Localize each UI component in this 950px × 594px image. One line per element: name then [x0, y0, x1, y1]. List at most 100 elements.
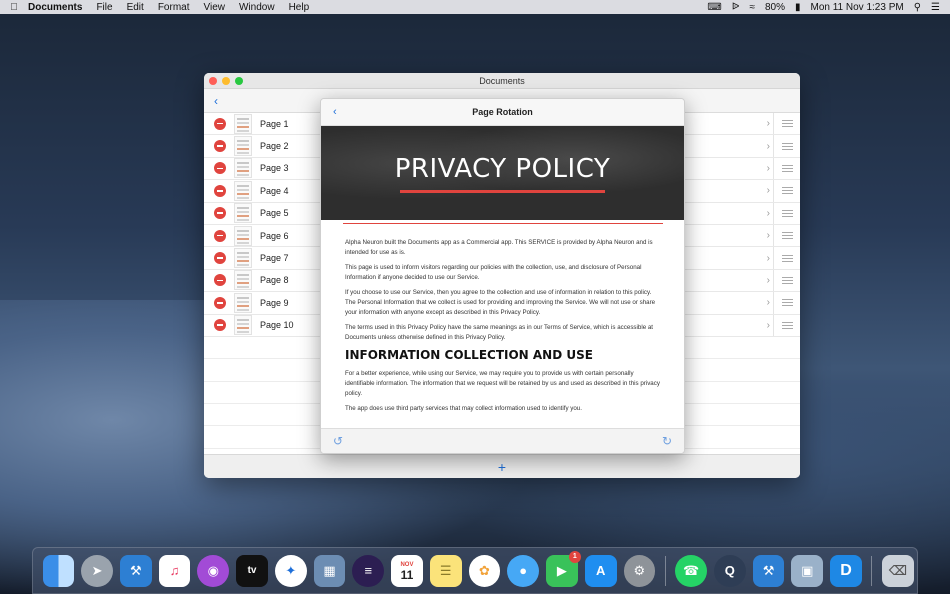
xcode-hammer-icon[interactable]: ⚒ [119, 554, 152, 587]
delete-page-button[interactable] [214, 274, 226, 287]
doc-paragraph: For a better experience, while using our… [345, 370, 660, 397]
drag-lines-icon [781, 142, 793, 150]
reorder-handle[interactable] [773, 180, 800, 202]
apple-menu-icon[interactable]:  [0, 2, 28, 13]
keyboard-icon[interactable]: ⌨ [707, 2, 721, 13]
podcasts-icon[interactable]: ◉ [197, 554, 230, 587]
trash-icon[interactable]: ⌫ [881, 554, 914, 587]
sheet-footer: ↺ ↻ [321, 428, 684, 453]
page-thumbnail [234, 292, 252, 313]
chevron-right-icon[interactable]: › [767, 297, 770, 308]
chevron-right-icon[interactable]: › [767, 253, 770, 264]
drag-lines-icon [781, 164, 793, 172]
finder-icon[interactable] [42, 554, 75, 587]
messages-bubble-icon[interactable]: ● [507, 554, 540, 587]
documents-app-letter: D [840, 561, 852, 579]
photos-flower-icon[interactable]: ✿ [468, 554, 501, 587]
menu-bar:  Documents File Edit Format View Window… [0, 0, 950, 14]
window-bottom-bar: + [204, 454, 800, 478]
apple-tv-icon[interactable]: tv [236, 554, 268, 587]
system-preferences-gear-icon[interactable]: ⚙ [623, 554, 656, 587]
delete-page-button[interactable] [214, 184, 226, 197]
reorder-handle[interactable] [773, 247, 800, 269]
delete-page-button[interactable] [214, 296, 226, 309]
reorder-handle[interactable] [773, 157, 800, 180]
calendar-day: 11 [400, 567, 414, 582]
delete-page-button[interactable] [214, 207, 226, 220]
safari-compass-icon[interactable]: ✦ [274, 554, 307, 587]
page-label: Page 3 [260, 163, 289, 174]
battery-percent[interactable]: 80% [765, 2, 785, 13]
notes-icon[interactable]: ☰ [429, 554, 462, 587]
xcode-hammer-icon-2[interactable]: ⚒ [752, 554, 785, 587]
control-list-icon[interactable]: ☰ [931, 2, 940, 13]
spotlight-search-icon[interactable]: ⚲ [914, 2, 921, 13]
page-preview: PRIVACY POLICY Alpha Neuron built the Do… [321, 126, 684, 429]
menu-help[interactable]: Help [289, 2, 310, 13]
rotate-right-icon[interactable]: ↻ [662, 434, 672, 448]
menu-app-name[interactable]: Documents [28, 2, 82, 13]
quicktime-icon[interactable]: Q [713, 554, 746, 587]
menu-window[interactable]: Window [239, 2, 275, 13]
rotate-left-icon[interactable]: ↺ [333, 434, 343, 448]
page-thumbnail [234, 248, 252, 269]
chevron-right-icon[interactable]: › [767, 208, 770, 219]
documents-app-icon[interactable]: D [830, 554, 862, 587]
reorder-handle[interactable] [773, 202, 800, 224]
delete-page-button[interactable] [214, 319, 226, 332]
menu-edit[interactable]: Edit [127, 2, 144, 13]
reorder-handle[interactable] [773, 269, 800, 292]
facetime-camera-icon[interactable]: ▶ 1 [546, 550, 581, 587]
battery-icon[interactable]: ▮ [795, 2, 801, 13]
page-rotation-sheet: ‹ Page Rotation PRIVACY POLICY Alpha Neu… [320, 98, 685, 454]
drag-lines-icon [781, 321, 793, 329]
wifi-icon[interactable]: ≈ [749, 2, 755, 13]
chevron-right-icon[interactable]: › [767, 163, 770, 174]
banner-title: PRIVACY POLICY [394, 153, 611, 184]
chevron-right-icon[interactable]: › [767, 141, 770, 152]
menu-format[interactable]: Format [158, 2, 190, 13]
page-label: Page 4 [260, 185, 289, 196]
bluetooth-icon[interactable]: ᐉ [732, 2, 740, 13]
page-thumbnail [234, 158, 252, 179]
preview-photo-icon[interactable]: ▦ [313, 554, 346, 587]
sheet-back-chevron-icon[interactable]: ‹ [333, 106, 337, 118]
delete-page-button[interactable] [214, 252, 226, 265]
chevron-right-icon[interactable]: › [767, 230, 770, 241]
dock-separator [664, 555, 666, 586]
document-body: Alpha Neuron built the Documents app as … [321, 224, 684, 414]
reorder-handle[interactable] [773, 314, 800, 336]
page-label: Page 6 [260, 230, 289, 241]
app-store-icon[interactable]: A [584, 554, 617, 587]
reorder-handle[interactable] [773, 224, 800, 247]
add-page-plus-icon[interactable]: + [498, 459, 506, 475]
image-capture-icon[interactable]: ▣ [791, 554, 824, 587]
status-area: ⌨ ᐉ ≈ 80% ▮ Mon 11 Nov 1:23 PM ⚲ ☰ [707, 2, 950, 13]
eclipse-icon[interactable]: ≡ [352, 554, 385, 587]
reorder-handle[interactable] [773, 135, 800, 157]
drag-lines-icon [781, 276, 793, 284]
doc-paragraph: If you choose to use our Service, then y… [345, 289, 656, 316]
chevron-right-icon[interactable]: › [767, 118, 770, 129]
chevron-right-icon[interactable]: › [767, 320, 770, 331]
reorder-handle[interactable] [773, 292, 800, 314]
chevron-right-icon[interactable]: › [767, 185, 770, 196]
delete-page-button[interactable] [214, 162, 226, 175]
menu-file[interactable]: File [96, 2, 112, 13]
sheet-title: Page Rotation [472, 107, 533, 117]
drag-lines-icon [781, 120, 793, 128]
whatsapp-icon[interactable]: ☎ [675, 554, 707, 587]
calendar-icon[interactable]: NOV 11 [391, 554, 423, 587]
chevron-right-icon[interactable]: › [767, 275, 770, 286]
sheet-header: ‹ Page Rotation [321, 99, 684, 126]
music-note-icon[interactable]: ♫ [158, 554, 191, 587]
delete-page-button[interactable] [214, 140, 226, 153]
reorder-handle[interactable] [773, 113, 800, 135]
back-chevron-icon[interactable]: ‹ [214, 94, 218, 108]
launchpad-rocket-icon[interactable]: ➤ [81, 554, 113, 587]
menu-clock[interactable]: Mon 11 Nov 1:23 PM [811, 2, 904, 13]
delete-page-button[interactable] [214, 117, 226, 130]
page-thumbnail [234, 113, 252, 134]
menu-view[interactable]: View [203, 2, 225, 13]
delete-page-button[interactable] [214, 229, 226, 242]
